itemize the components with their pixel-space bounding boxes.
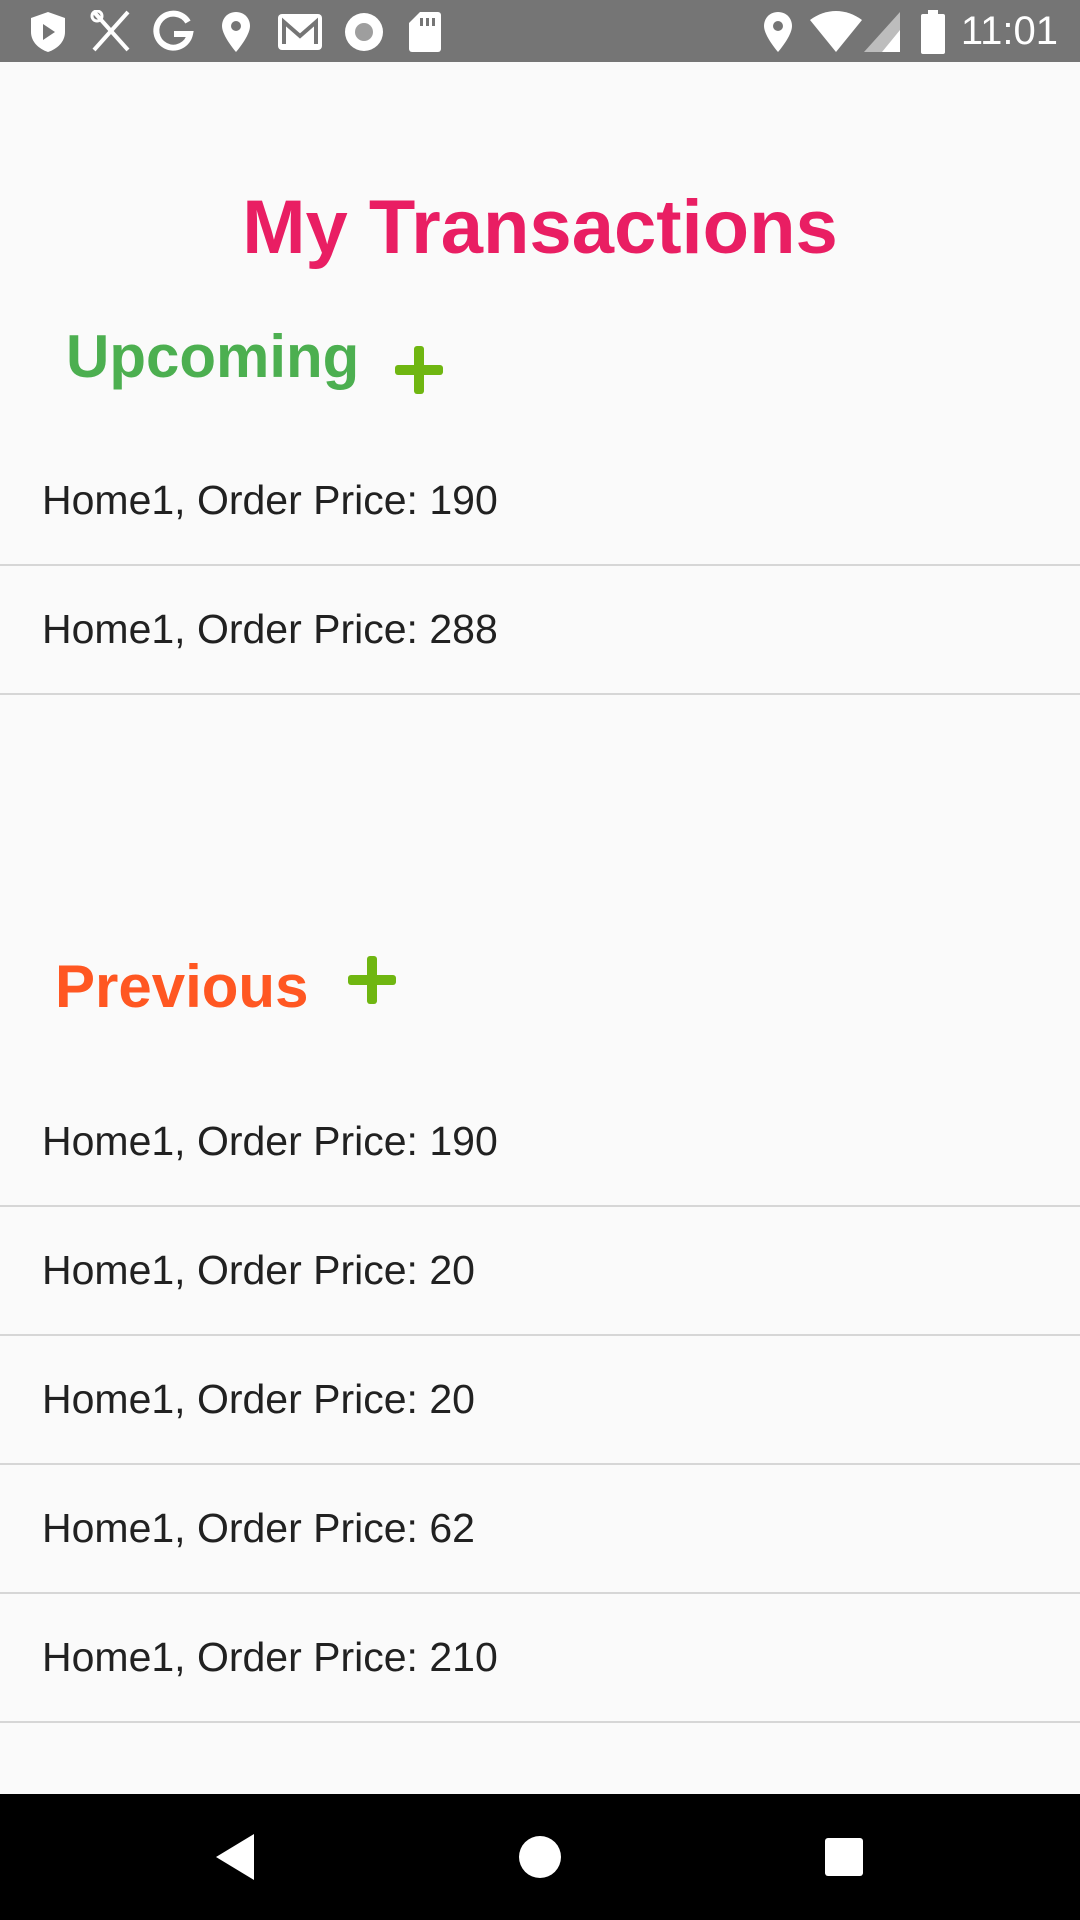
previous-header: Previous — [55, 952, 397, 1022]
recents-icon — [825, 1838, 863, 1876]
upcoming-list: Home1, Order Price: 190 Home1, Order Pri… — [0, 437, 1080, 695]
list-item[interactable]: Home1, Order Price: 20 — [0, 1336, 1080, 1465]
location-icon — [220, 10, 252, 59]
upcoming-label: Upcoming — [66, 323, 360, 390]
back-icon — [216, 1834, 254, 1880]
list-item[interactable]: Home1, Order Price: 288 — [0, 566, 1080, 695]
list-item[interactable]: Home1, Order Price: 20 — [0, 1207, 1080, 1336]
list-item[interactable]: Home1, Order Price: 210 — [0, 1594, 1080, 1723]
page-title: My Transactions — [242, 185, 838, 270]
gmail-icon — [276, 10, 324, 59]
previous-list: Home1, Order Price: 190 Home1, Order Pri… — [0, 1078, 1080, 1723]
navigation-bar — [0, 1794, 1080, 1920]
restaurant-icon — [88, 9, 134, 59]
record-icon — [342, 10, 386, 59]
home-icon — [519, 1836, 561, 1878]
battery-icon — [920, 10, 946, 59]
shield-icon — [28, 10, 68, 59]
back-button[interactable] — [176, 1794, 296, 1920]
wifi-icon — [808, 10, 864, 59]
recents-button[interactable] — [784, 1794, 904, 1920]
signal-icon — [862, 10, 902, 59]
list-item[interactable]: Home1, Order Price: 190 — [0, 1078, 1080, 1207]
status-time: 11:01 — [960, 9, 1058, 53]
previous-label: Previous — [55, 953, 309, 1020]
list-item[interactable]: Home1, Order Price: 62 — [0, 1465, 1080, 1594]
upcoming-header: Upcoming — [66, 320, 444, 394]
location-icon — [762, 10, 794, 59]
google-icon — [152, 10, 194, 59]
home-button[interactable] — [480, 1794, 600, 1920]
sd-card-icon — [408, 10, 442, 59]
add-previous-icon[interactable] — [348, 956, 397, 1004]
status-bar: 11:01 — [0, 0, 1080, 62]
list-item[interactable]: Home1, Order Price: 190 — [0, 437, 1080, 566]
add-upcoming-icon[interactable] — [395, 346, 444, 394]
